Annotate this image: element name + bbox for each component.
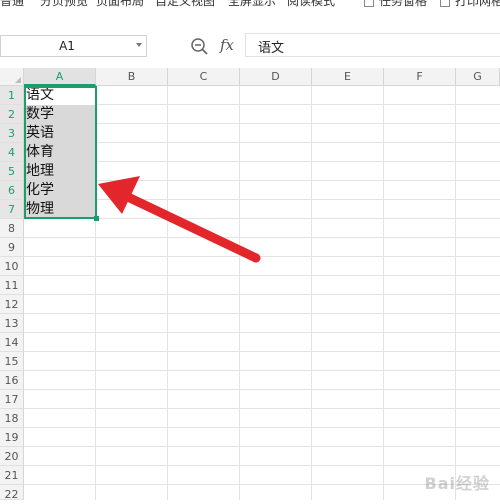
ribbon-custom-view[interactable]: 自定义视图 [155,0,215,9]
row-header[interactable]: 18 [0,409,24,428]
column-header-b[interactable]: B [96,68,168,86]
task-pane-label: 任务窗格 [379,0,428,8]
cell-a4[interactable]: 体育 [24,143,96,162]
cell-a1[interactable]: 语文 [24,86,96,105]
print-gridlines-label: 打印网格 [455,0,500,8]
watermark: Bai经验 [424,474,490,493]
select-all-corner[interactable] [0,68,24,86]
cell-a3[interactable]: 英语 [24,124,96,143]
cell-a5[interactable]: 地理 [24,162,96,181]
cell-a2[interactable]: 数学 [24,105,96,124]
task-pane-checkbox[interactable] [364,0,374,7]
formula-bar: A1 fx 语文 [0,22,500,68]
name-box[interactable]: A1 [0,35,147,57]
row-header[interactable]: 10 [0,257,24,276]
ribbon-page-layout[interactable]: 页面布局 [96,0,144,9]
formula-input-value: 语文 [258,41,285,56]
chevron-down-icon[interactable] [136,43,142,47]
row-header[interactable]: 1 [0,86,24,105]
fill-handle[interactable] [94,216,99,221]
ribbon-page-break-preview[interactable]: 分页预览 [40,0,88,9]
column-header-c[interactable]: C [168,68,240,86]
row-header[interactable]: 15 [0,352,24,371]
row-header[interactable]: 6 [0,181,24,200]
row-header[interactable]: 3 [0,124,24,143]
row-header[interactable]: 5 [0,162,24,181]
row-header[interactable]: 11 [0,276,24,295]
row-header[interactable]: 17 [0,390,24,409]
name-box-value: A1 [59,39,75,53]
row-header[interactable]: 16 [0,371,24,390]
cell-a6[interactable]: 化学 [24,181,96,200]
ribbon-full-screen[interactable]: 全屏显示 [228,0,276,9]
row-header[interactable]: 20 [0,447,24,466]
column-header-g[interactable]: G [456,68,500,86]
ribbon-normal-view[interactable]: 普通 [0,0,24,9]
row-header[interactable]: 14 [0,333,24,352]
column-header-f[interactable]: F [384,68,456,86]
zoom-icon[interactable] [190,37,210,57]
spreadsheet-grid: A B C D E F G 1 2 3 4 5 6 7 8 9 10 11 12… [0,68,500,501]
row-header[interactable]: 12 [0,295,24,314]
formula-input[interactable]: 语文 [245,33,500,57]
cell-a7[interactable]: 物理 [24,200,96,219]
ribbon-reading-mode[interactable]: 阅读模式 [287,0,335,9]
row-header[interactable]: 13 [0,314,24,333]
row-header[interactable]: 2 [0,105,24,124]
column-header-a[interactable]: A [24,68,96,86]
row-header[interactable]: 21 [0,466,24,485]
row-header[interactable]: 22 [0,485,24,501]
row-header[interactable]: 4 [0,143,24,162]
row-header[interactable]: 9 [0,238,24,257]
column-header-e[interactable]: E [312,68,384,86]
fx-icon[interactable]: fx [220,36,234,54]
column-header-d[interactable]: D [240,68,312,86]
row-header[interactable]: 19 [0,428,24,447]
print-gridlines-checkbox[interactable] [440,0,450,7]
row-header[interactable]: 7 [0,200,24,219]
row-header[interactable]: 8 [0,219,24,238]
view-ribbon: 普通 分页预览 页面布局 自定义视图 全屏显示 阅读模式 任务窗格 打印网格 [0,0,500,23]
